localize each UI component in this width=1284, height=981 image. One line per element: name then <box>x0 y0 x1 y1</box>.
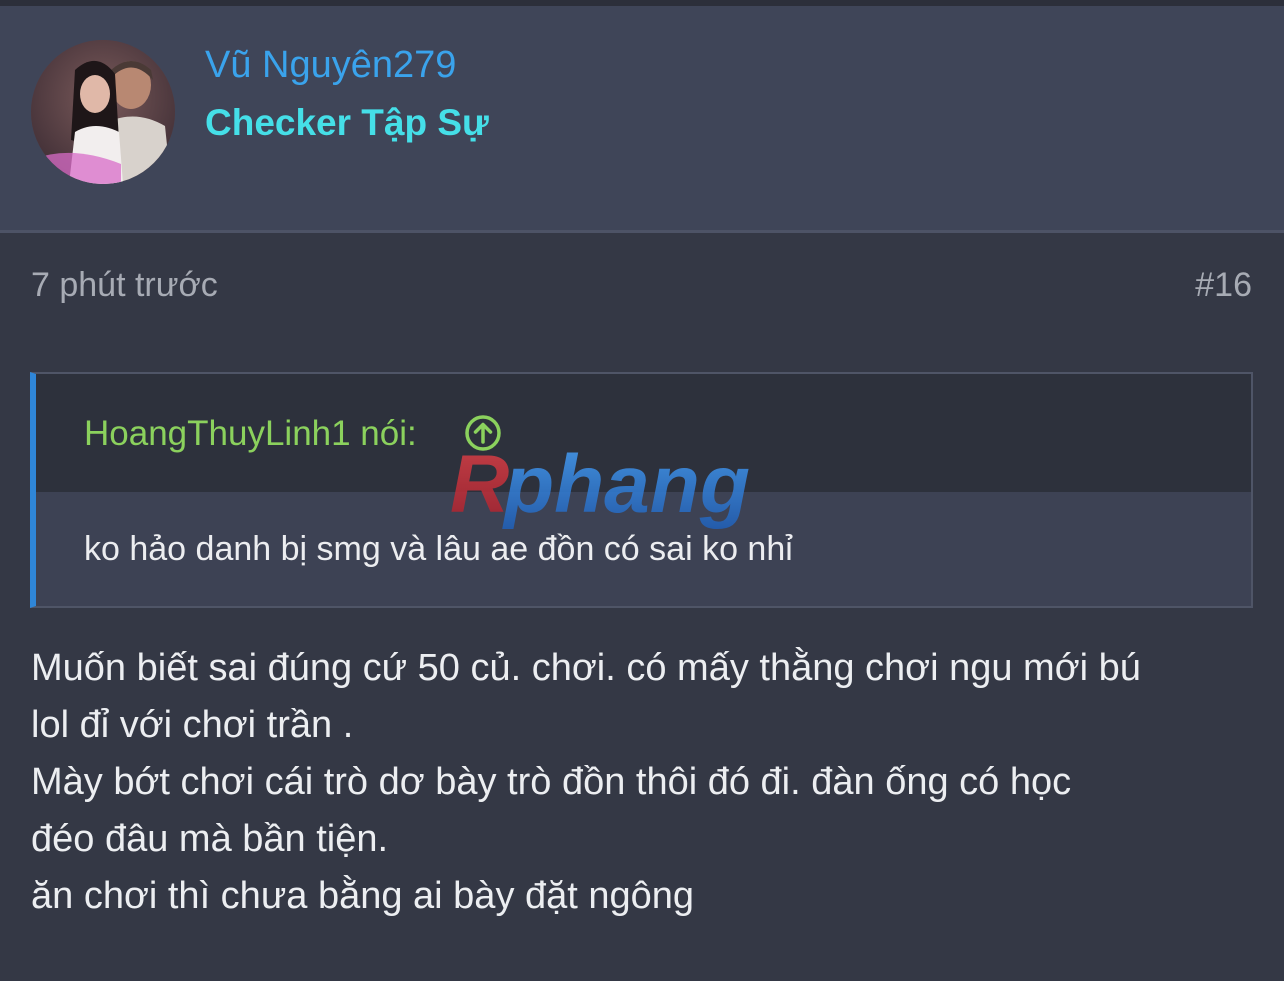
post-line: Mày bớt chơi cái trò dơ bày trò đồn thôi… <box>31 761 1072 803</box>
post-author-header: Vũ Nguyên279 Checker Tập Sự <box>0 6 1284 233</box>
post-line: đéo đâu mà bần tiện. <box>31 818 389 860</box>
post-line: lol đỉ với chơi trần . <box>31 704 354 746</box>
quote-author-link[interactable]: HoangThuyLinh1 nói: <box>84 414 417 454</box>
avatar-photo <box>31 40 175 184</box>
quote-header: HoangThuyLinh1 nói: <box>36 374 1251 492</box>
post-number-link[interactable]: #16 <box>1195 266 1252 305</box>
arrow-up-circle-icon[interactable] <box>464 414 502 452</box>
avatar[interactable] <box>31 40 175 184</box>
username-link[interactable]: Vũ Nguyên279 <box>205 44 456 87</box>
post-line: Muốn biết sai đúng cứ 50 củ. chơi. có mấ… <box>31 647 1141 689</box>
post-line: ăn chơi thì chưa bằng ai bày đặt ngông <box>31 875 695 917</box>
quote-block: HoangThuyLinh1 nói: ko hảo danh bị smg v… <box>30 372 1253 608</box>
post-body: Muốn biết sai đúng cứ 50 củ. chơi. có mấ… <box>31 640 1256 925</box>
quote-text: ko hảo danh bị smg và lâu ae đồn có sai … <box>84 530 793 568</box>
user-rank-title: Checker Tập Sự <box>205 102 489 143</box>
post-timestamp[interactable]: 7 phút trước <box>31 266 218 305</box>
